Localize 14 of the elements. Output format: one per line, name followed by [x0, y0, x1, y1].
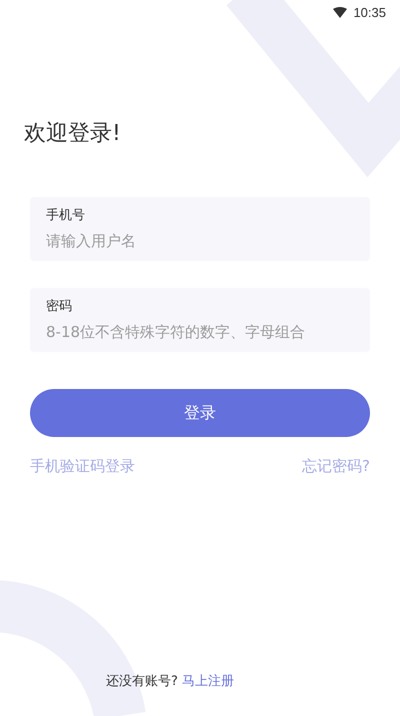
welcome-heading: 欢迎登录! [24, 120, 121, 148]
signup-prompt: 还没有账号? [106, 673, 178, 690]
sms-login-link[interactable]: 手机验证码登录 [30, 457, 135, 476]
forgot-password-link[interactable]: 忘记密码? [302, 457, 370, 476]
wifi-icon [333, 6, 348, 18]
input-field[interactable]: 8-18位不含特殊字符的数字、字母组合 [46, 323, 354, 341]
text-field[interactable]: 手机号 请输入用户名 [30, 197, 370, 261]
field-label: 手机号 [46, 207, 86, 224]
status-time: 10:35 [353, 4, 386, 20]
field-label: 密码 [46, 298, 73, 315]
signup-link[interactable]: 马上注册 [182, 672, 234, 690]
login-button[interactable]: 登录 [30, 389, 370, 437]
input-field[interactable]: 请输入用户名 [46, 232, 354, 250]
text-field[interactable]: 密码 8-18位不含特殊字符的数字、字母组合 [30, 288, 370, 352]
